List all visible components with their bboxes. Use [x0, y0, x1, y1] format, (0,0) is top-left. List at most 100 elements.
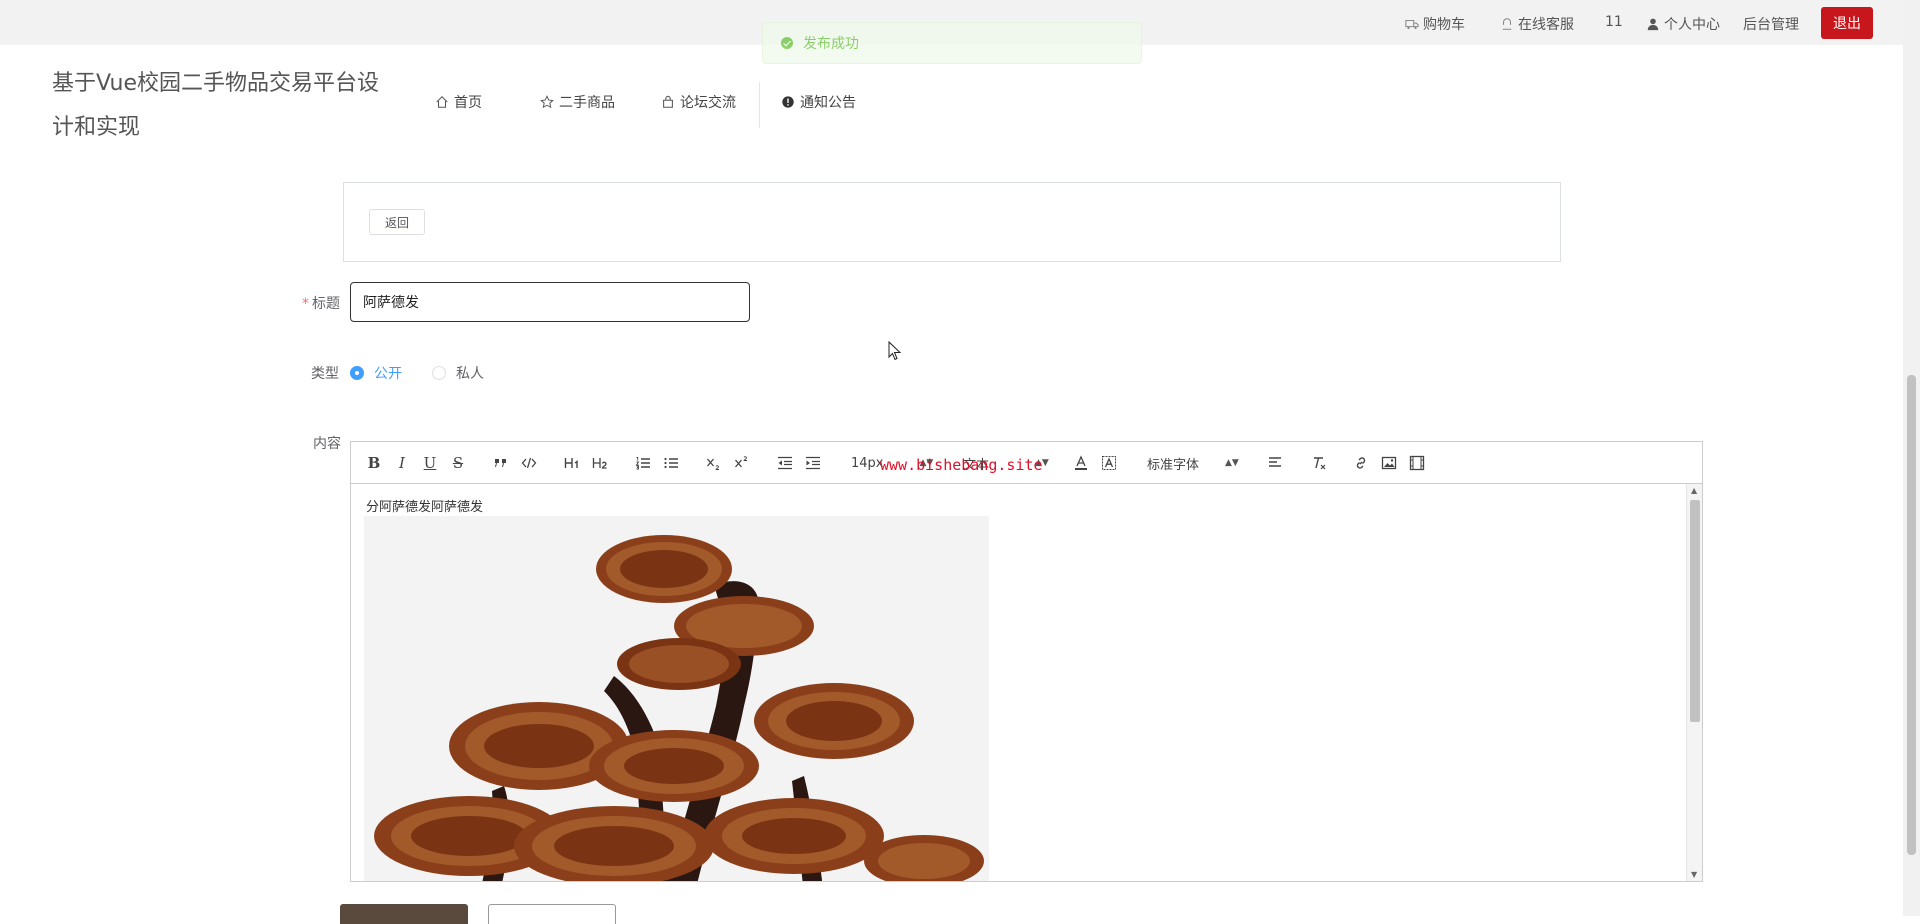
service-label: 在线客服	[1518, 17, 1574, 33]
type-label: 类型	[311, 366, 339, 382]
bullet-list-button[interactable]	[661, 452, 681, 474]
nav-forum[interactable]: 论坛交流	[661, 92, 736, 112]
link-button[interactable]	[1351, 452, 1371, 474]
font-value: 标准字体	[1147, 457, 1200, 473]
cart-label: 购物车	[1423, 17, 1465, 33]
image-button[interactable]	[1379, 452, 1399, 474]
headset-icon	[1502, 18, 1512, 30]
radio-private[interactable]: 私人	[432, 363, 484, 383]
admin-link[interactable]: 后台管理	[1743, 14, 1799, 34]
video-button[interactable]	[1407, 452, 1427, 474]
nav-forum-label: 论坛交流	[680, 95, 736, 111]
align-left-icon	[1269, 457, 1281, 467]
nav-notice-label: 通知公告	[800, 95, 856, 111]
service-link[interactable]: 在线客服	[1500, 14, 1574, 34]
heading2-icon	[592, 458, 607, 469]
ordered-list-icon	[635, 457, 650, 470]
user-icon	[1647, 18, 1659, 31]
subscript-button[interactable]	[703, 452, 725, 474]
title-input-value: 阿萨德发	[363, 295, 419, 311]
ordered-list-button[interactable]	[633, 452, 653, 474]
radio-private-label: 私人	[456, 366, 484, 382]
page-scroll-thumb[interactable]	[1907, 375, 1916, 855]
logout-button[interactable]: 退出	[1821, 7, 1873, 39]
content-label: 内容	[313, 436, 341, 452]
font-chevron-icon: ▲▼	[1225, 458, 1239, 468]
content-paragraph: 分阿萨德发阿萨德发	[366, 500, 484, 515]
bag-icon	[663, 95, 673, 108]
superscript-button[interactable]	[731, 452, 753, 474]
radio-public-dot	[350, 366, 364, 380]
nav-home[interactable]: 首页	[435, 92, 482, 112]
code-block-button[interactable]	[519, 452, 539, 474]
nav-goods[interactable]: 二手商品	[540, 92, 615, 112]
background-color-icon	[1102, 456, 1116, 470]
scroll-up-icon[interactable]: ▲	[1691, 486, 1697, 495]
indent-icon	[806, 456, 820, 470]
title-label-text: 标题	[312, 296, 340, 312]
italic-button[interactable]: I	[393, 452, 411, 474]
title-label: * 标题	[302, 293, 340, 313]
underline-button[interactable]: U	[421, 452, 439, 474]
truck-icon	[1405, 19, 1419, 30]
nav-goods-label: 二手商品	[559, 95, 615, 111]
submit-button[interactable]	[340, 904, 468, 924]
rich-text-editor: B I U S 14px ▲▼ 文本 ▲▼ 标准字体 ▲▼ 分阿萨德发阿萨德发 …	[350, 441, 1703, 882]
admin-label: 后台管理	[1743, 17, 1799, 33]
page-scrollbar[interactable]	[1903, 0, 1920, 916]
font-select[interactable]: 标准字体 ▲▼	[1147, 452, 1247, 474]
site-title: 基于Vue校园二手物品交易平台设计和实现	[52, 71, 380, 140]
video-icon	[1409, 455, 1425, 471]
h1-button[interactable]	[561, 452, 583, 474]
image-icon	[1381, 456, 1397, 470]
title-input[interactable]: 阿萨德发	[350, 282, 750, 322]
cart-link[interactable]: 购物车	[1405, 14, 1465, 34]
radio-private-dot	[432, 366, 446, 380]
profile-link[interactable]: 个人中心	[1646, 14, 1720, 34]
user-id: 11	[1605, 14, 1623, 30]
code-icon	[521, 457, 537, 469]
link-icon	[1356, 457, 1366, 469]
blockquote-button[interactable]	[491, 452, 511, 474]
profile-label: 个人中心	[1664, 17, 1720, 33]
nav-divider	[759, 82, 760, 128]
success-toast: 发布成功	[762, 22, 1142, 64]
quote-icon	[495, 459, 506, 467]
editor-content[interactable]: 分阿萨德发阿萨德发	[351, 484, 1681, 881]
clear-format-icon	[1314, 457, 1326, 470]
clear-format-button[interactable]	[1309, 452, 1329, 474]
radio-public[interactable]: 公开	[350, 363, 402, 383]
mouse-cursor-icon	[888, 341, 902, 361]
required-mark: *	[302, 296, 309, 312]
user-id-text: 11	[1605, 14, 1623, 30]
align-button[interactable]	[1265, 452, 1285, 474]
size-value: 14px	[851, 455, 884, 471]
nav-home-label: 首页	[454, 95, 482, 111]
editor-scroll-thumb[interactable]	[1690, 500, 1700, 722]
heading1-icon	[564, 458, 578, 468]
toast-message: 发布成功	[803, 36, 859, 52]
mushroom-illustration	[374, 535, 984, 881]
info-icon	[782, 96, 794, 108]
scroll-down-icon[interactable]: ▼	[1691, 870, 1697, 879]
h2-button[interactable]	[589, 452, 611, 474]
superscript-icon	[735, 456, 747, 468]
lingzhi-mushroom-image	[364, 516, 989, 881]
outdent-button[interactable]	[775, 452, 795, 474]
indent-button[interactable]	[803, 452, 823, 474]
editor-scrollbar[interactable]: ▲ ▼	[1686, 484, 1702, 881]
bullet-list-icon	[664, 457, 678, 469]
font-color-button[interactable]	[1071, 452, 1091, 474]
bold-button[interactable]: B	[365, 452, 383, 474]
radio-public-label: 公开	[374, 366, 402, 382]
watermark-text: www.bishebang.site	[880, 456, 1043, 474]
background-color-button[interactable]	[1099, 452, 1119, 474]
star-icon	[540, 95, 554, 109]
back-button[interactable]: 返回	[369, 209, 425, 235]
strike-button[interactable]: S	[449, 452, 467, 474]
check-circle-icon	[781, 37, 793, 49]
nav-notice[interactable]: 通知公告	[781, 92, 856, 112]
back-panel: 返回	[343, 182, 1561, 262]
font-color-icon	[1075, 455, 1087, 470]
reset-button[interactable]	[488, 904, 616, 924]
